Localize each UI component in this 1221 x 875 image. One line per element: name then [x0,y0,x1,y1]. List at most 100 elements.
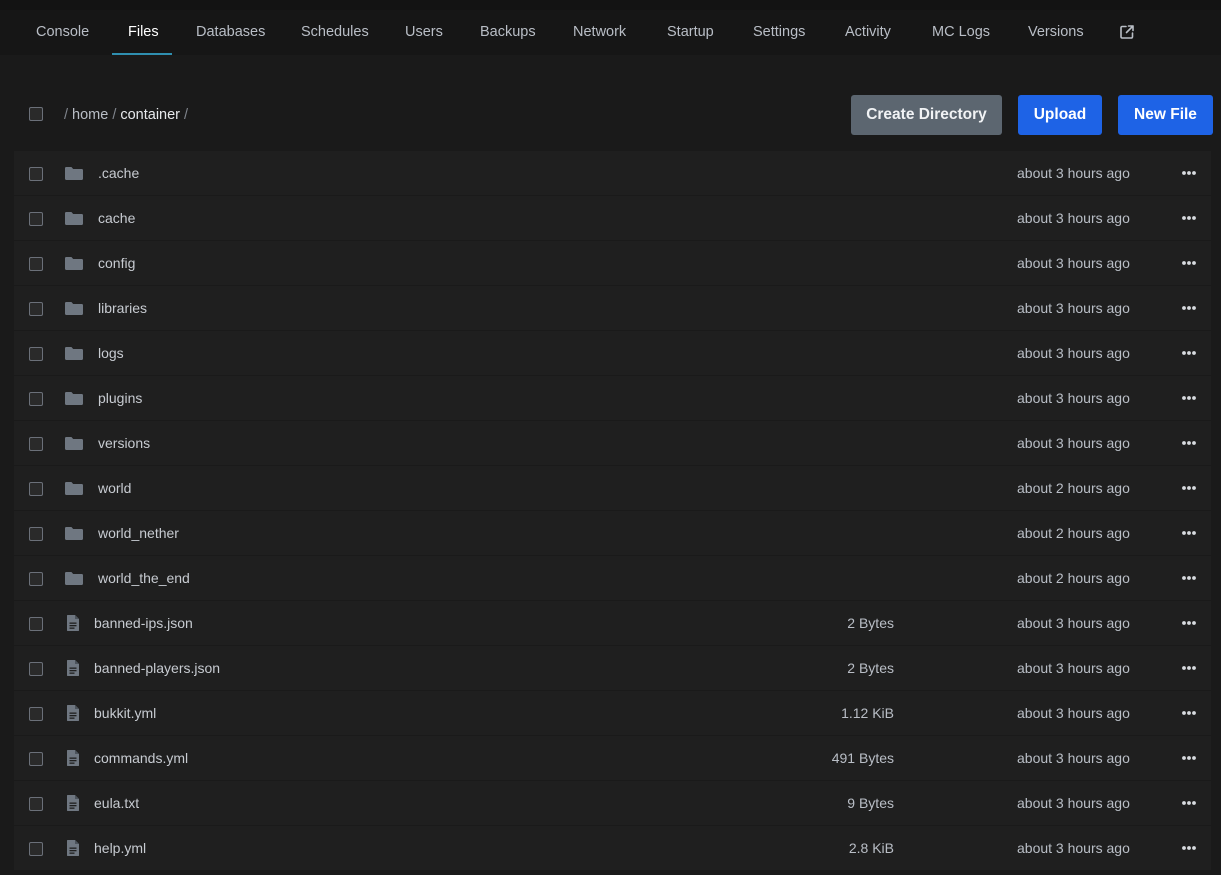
more-options-icon[interactable] [1177,750,1201,766]
row-checkbox[interactable] [29,572,43,586]
more-options-icon[interactable] [1177,705,1201,721]
row-checkbox[interactable] [29,797,43,811]
more-options-icon[interactable] [1177,390,1201,406]
file-row[interactable]: world_the_end about 2 hours ago [14,556,1211,600]
more-options-icon[interactable] [1177,660,1201,676]
file-name[interactable]: plugins [98,376,142,420]
row-checkbox[interactable] [29,167,43,181]
more-options-icon[interactable] [1177,840,1201,856]
file-row[interactable]: banned-players.json 2 Bytes about 3 hours … [14,646,1211,690]
file-row[interactable]: world about 2 hours ago [14,466,1211,510]
folder-icon [64,345,84,363]
breadcrumb-separator: / [64,107,69,123]
create-directory-button[interactable]: Create Directory [851,95,1002,135]
file-row[interactable]: commands.yml 491 Bytes about 3 hours ago [14,736,1211,780]
row-checkbox[interactable] [29,302,43,316]
file-size: 2 Bytes [847,660,894,676]
file-name[interactable]: logs [98,331,124,375]
more-options-icon[interactable] [1177,165,1201,181]
file-name[interactable]: cache [98,196,135,240]
file-name[interactable]: versions [98,421,150,465]
row-checkbox[interactable] [29,527,43,541]
file-name[interactable]: config [98,241,135,285]
tab-console[interactable]: Console [36,10,89,55]
tab-activity[interactable]: Activity [845,10,891,55]
file-row[interactable]: bukkit.yml 1.12 KiB about 3 hours ago [14,691,1211,735]
row-checkbox[interactable] [29,347,43,361]
file-row[interactable]: config about 3 hours ago [14,241,1211,285]
breadcrumb-home[interactable]: home [72,107,108,123]
file-name[interactable]: world_nether [98,511,179,555]
external-link-icon[interactable] [1119,24,1135,40]
file-row[interactable]: banned-ips.json 2 Bytes about 3 hours ago [14,601,1211,645]
file-row[interactable]: .cache about 3 hours ago [14,151,1211,195]
more-options-icon[interactable] [1177,210,1201,226]
file-icon [66,704,86,722]
file-name[interactable]: world_the_end [98,556,190,600]
tab-network[interactable]: Network [573,10,626,55]
file-row[interactable]: logs about 3 hours ago [14,331,1211,375]
file-name[interactable]: help.yml [94,826,146,870]
tab-settings[interactable]: Settings [753,10,805,55]
more-options-icon[interactable] [1177,525,1201,541]
breadcrumb-separator: / [112,107,117,123]
more-options-icon[interactable] [1177,570,1201,586]
file-name[interactable]: eula.txt [94,781,139,825]
file-row[interactable]: help.yml 2.8 KiB about 3 hours ago [14,826,1211,870]
row-checkbox[interactable] [29,437,43,451]
file-name[interactable]: commands.yml [94,736,188,780]
file-row[interactable]: versions about 3 hours ago [14,421,1211,465]
file-name[interactable]: world [98,466,131,510]
modified-time: about 3 hours ago [1017,840,1130,856]
file-row[interactable]: eula.txt 9 Bytes about 3 hours ago [14,781,1211,825]
folder-icon [64,570,84,588]
select-all-checkbox[interactable] [29,107,43,121]
tab-backups[interactable]: Backups [480,10,536,55]
file-row[interactable]: libraries about 3 hours ago [14,286,1211,330]
file-name[interactable]: libraries [98,286,147,330]
row-checkbox[interactable] [29,392,43,406]
more-options-icon[interactable] [1177,255,1201,271]
file-size: 2 Bytes [847,615,894,631]
file-name[interactable]: banned-players.json [94,646,220,690]
tab-startup[interactable]: Startup [667,10,714,55]
file-size: 1.12 KiB [841,705,894,721]
row-checkbox[interactable] [29,482,43,496]
more-options-icon[interactable] [1177,435,1201,451]
more-options-icon[interactable] [1177,795,1201,811]
file-row[interactable]: plugins about 3 hours ago [14,376,1211,420]
file-name[interactable]: .cache [98,151,139,195]
file-name[interactable]: banned-ips.json [94,601,193,645]
breadcrumb-container[interactable]: container [120,107,180,123]
modified-time: about 3 hours ago [1017,795,1130,811]
file-row[interactable]: cache about 3 hours ago [14,196,1211,240]
modified-time: about 3 hours ago [1017,705,1130,721]
breadcrumb-separator: / [184,107,189,123]
file-list: .cache about 3 hours ago cache about 3 hour… [14,151,1211,871]
modified-time: about 3 hours ago [1017,615,1130,631]
row-checkbox[interactable] [29,212,43,226]
row-checkbox[interactable] [29,257,43,271]
file-icon [66,614,86,632]
tab-files[interactable]: Files [128,10,159,55]
more-options-icon[interactable] [1177,480,1201,496]
new-file-button[interactable]: New File [1118,95,1213,135]
file-size: 491 Bytes [831,750,894,766]
tab-users[interactable]: Users [405,10,443,55]
tab-versions[interactable]: Versions [1028,10,1084,55]
file-row[interactable]: world_nether about 2 hours ago [14,511,1211,555]
more-options-icon[interactable] [1177,615,1201,631]
row-checkbox[interactable] [29,662,43,676]
row-checkbox[interactable] [29,752,43,766]
tab-mc-logs[interactable]: MC Logs [932,10,990,55]
tab-databases[interactable]: Databases [196,10,265,55]
file-name[interactable]: bukkit.yml [94,691,156,735]
row-checkbox[interactable] [29,842,43,856]
upload-button[interactable]: Upload [1018,95,1102,135]
more-options-icon[interactable] [1177,345,1201,361]
row-checkbox[interactable] [29,707,43,721]
tab-schedules[interactable]: Schedules [301,10,369,55]
row-checkbox[interactable] [29,617,43,631]
modified-time: about 3 hours ago [1017,435,1130,451]
more-options-icon[interactable] [1177,300,1201,316]
